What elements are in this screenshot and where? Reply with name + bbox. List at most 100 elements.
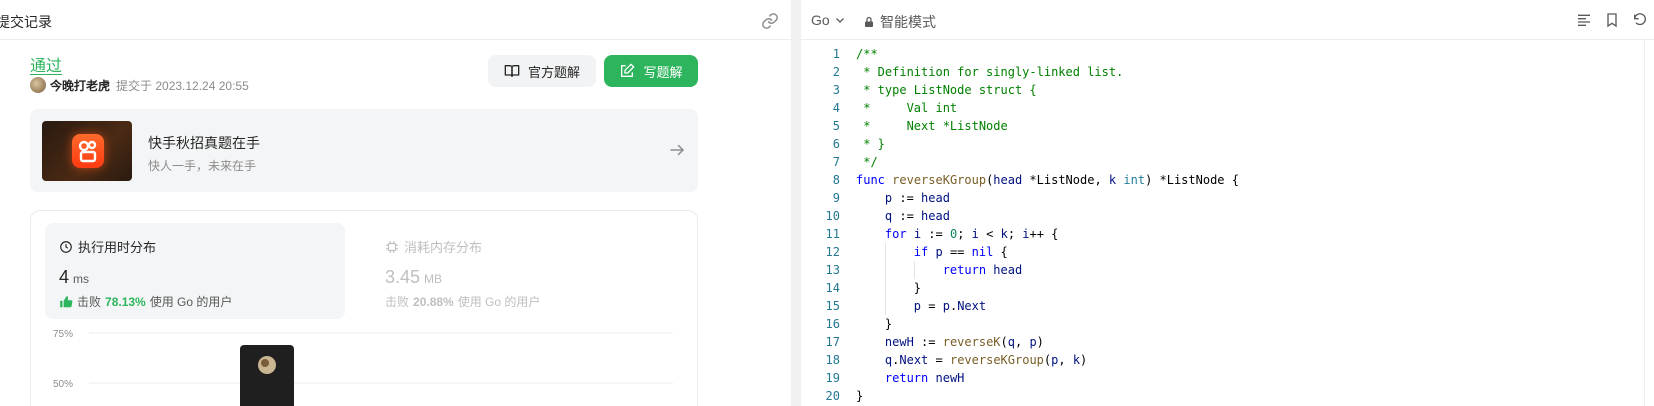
line-number[interactable]: 11 xyxy=(801,225,840,243)
official-solution-label: 官方题解 xyxy=(527,64,580,80)
submission-header: 提交记录 xyxy=(0,0,791,40)
line-number[interactable]: 14 xyxy=(801,279,840,297)
code-line[interactable]: 14 } xyxy=(801,279,1654,297)
code-line-text[interactable]: */ xyxy=(856,153,877,171)
line-number[interactable]: 8 xyxy=(801,171,840,189)
code-line-text[interactable]: for i := 0; i < k; i++ { xyxy=(856,225,1059,243)
line-number[interactable]: 18 xyxy=(801,351,840,369)
code-line-text[interactable]: func reverseKGroup(head *ListNode, k int… xyxy=(856,171,1239,189)
editor-toolbar: Go 智能模式 xyxy=(801,0,1654,40)
code-line-text[interactable]: newH := reverseK(q, p) xyxy=(856,333,1044,351)
link-icon[interactable] xyxy=(761,12,779,30)
code-line[interactable]: 16 } xyxy=(801,315,1654,333)
code-line[interactable]: 4 * Val int xyxy=(801,99,1654,117)
memory-stat[interactable]: 消耗内存分布 3.45 MB 击败 20.88% 使用 Go 的用户 xyxy=(371,223,671,319)
line-number[interactable]: 12 xyxy=(801,243,840,261)
clock-icon xyxy=(60,240,72,253)
line-number[interactable]: 10 xyxy=(801,207,840,225)
code-line[interactable]: 2 * Definition for singly-linked list. xyxy=(801,63,1654,81)
chevron-down-icon xyxy=(835,18,844,23)
code-line-text[interactable]: if p == nil { xyxy=(856,243,1008,261)
code-line[interactable]: 19 return newH xyxy=(801,369,1654,387)
editor-mode[interactable]: 智能模式 xyxy=(863,12,936,32)
avatar[interactable] xyxy=(30,77,46,93)
code-line[interactable]: 20} xyxy=(801,387,1654,405)
line-number[interactable]: 2 xyxy=(801,63,840,81)
code-line[interactable]: 8 func reverseKGroup(head *ListNode, k in… xyxy=(801,171,1654,189)
line-number[interactable]: 20 xyxy=(801,387,840,405)
author-name[interactable]: 今晚打老虎 xyxy=(50,77,110,94)
runtime-beat: 击败 78.13% 使用 Go 的用户 xyxy=(59,293,232,310)
line-number[interactable]: 16 xyxy=(801,315,840,333)
line-number[interactable]: 13 xyxy=(801,261,840,279)
official-solution-button[interactable]: 官方题解 xyxy=(488,55,596,87)
code-line[interactable]: 1 /** xyxy=(801,45,1654,63)
line-number[interactable]: 4 xyxy=(801,99,840,117)
kuaishou-logo-icon xyxy=(72,134,104,168)
code-line-text[interactable]: * type ListNode struct { xyxy=(856,81,1036,99)
code-line-text[interactable]: p := head xyxy=(856,189,950,207)
line-number[interactable]: 6 xyxy=(801,135,840,153)
code-line[interactable]: 3 * type ListNode struct { xyxy=(801,81,1654,99)
code-line[interactable]: 5 * Next *ListNode xyxy=(801,117,1654,135)
edit-icon xyxy=(621,63,635,77)
code-line-text[interactable]: return newH xyxy=(856,369,965,387)
runtime-stat[interactable]: 执行用时分布 4 ms 击败 78.13% 使用 Go 的用户 xyxy=(45,223,345,319)
line-number[interactable]: 15 xyxy=(801,297,840,315)
app-root: 提交记录 通过 今晚打老虎 提交于 2023.12.24 20:55 官方题解 … xyxy=(0,0,1654,406)
code-line[interactable]: 9 p := head xyxy=(801,189,1654,207)
code-line-text[interactable]: /** xyxy=(856,45,878,63)
arrow-right-icon[interactable] xyxy=(668,141,686,159)
line-number[interactable]: 5 xyxy=(801,117,840,135)
code-line[interactable]: 15 p = p.Next xyxy=(801,297,1654,315)
line-number[interactable]: 9 xyxy=(801,189,840,207)
promo-title: 快手秋招真题在手 xyxy=(148,135,260,151)
code-line[interactable]: 10 q := head xyxy=(801,207,1654,225)
code-line[interactable]: 13 return head xyxy=(801,261,1654,279)
line-number[interactable]: 1 xyxy=(801,45,840,63)
line-number[interactable]: 17 xyxy=(801,333,840,351)
panel-resizer[interactable] xyxy=(791,0,801,406)
format-icon[interactable] xyxy=(1570,11,1598,29)
code-line-text[interactable]: } xyxy=(856,387,863,405)
runtime-heading-label: 执行用时分布 xyxy=(78,240,157,255)
code-line[interactable]: 12 if p == nil { xyxy=(801,243,1654,261)
memory-unit: MB xyxy=(424,272,443,286)
code-line-text[interactable]: * Definition for singly-linked list. xyxy=(856,63,1123,81)
code-line[interactable]: 17 newH := reverseK(q, p) xyxy=(801,333,1654,351)
code-line-text[interactable]: p = p.Next xyxy=(856,297,986,315)
bookmark-icon[interactable] xyxy=(1598,11,1626,29)
write-solution-button[interactable]: 写题解 xyxy=(604,55,698,87)
code-area[interactable]: 1/** 2 * Definition for singly-linked lis… xyxy=(801,45,1654,405)
code-line-text[interactable]: q := head xyxy=(856,207,950,225)
code-line[interactable]: 6 * } xyxy=(801,135,1654,153)
code-line-text[interactable]: q.Next = reverseKGroup(p, k) xyxy=(856,351,1087,369)
code-line-text[interactable]: } xyxy=(856,315,892,333)
code-line-text[interactable]: return head xyxy=(856,261,1023,279)
code-line[interactable]: 7 */ xyxy=(801,153,1654,171)
code-line-text[interactable]: * Val int xyxy=(856,99,957,117)
code-line[interactable]: 18 q.Next = reverseKGroup(p, k) xyxy=(801,351,1654,369)
code-line-text[interactable]: * Next *ListNode xyxy=(856,117,1008,135)
lock-icon xyxy=(865,16,873,27)
editor-scrollbar[interactable] xyxy=(1644,40,1654,406)
promo-banner[interactable]: 快手秋招真题在手 快人一手，未来在手 xyxy=(30,109,698,192)
code-line[interactable]: 11 for i := 0; i < k; i++ { xyxy=(801,225,1654,243)
line-number[interactable]: 3 xyxy=(801,81,840,99)
runtime-number: 4 xyxy=(59,267,70,287)
tab-title[interactable]: 提交记录 xyxy=(0,12,52,32)
code-line-text[interactable]: * } xyxy=(856,135,885,153)
status-accepted[interactable]: 通过 xyxy=(30,52,62,76)
submitted-time: 提交于 2023.12.24 20:55 xyxy=(116,78,249,93)
y-tick-50: 50% xyxy=(53,379,73,390)
code-line-text[interactable]: } xyxy=(856,279,921,297)
line-number[interactable]: 7 xyxy=(801,153,840,171)
editor-tools xyxy=(1570,11,1654,29)
line-number[interactable]: 19 xyxy=(801,369,840,387)
memory-heading-label: 消耗内存分布 xyxy=(404,240,483,255)
memory-beat-percent: 20.88% xyxy=(413,294,454,309)
runtime-unit: ms xyxy=(73,272,90,286)
language-select[interactable]: Go xyxy=(811,12,846,28)
promo-image xyxy=(42,121,132,181)
undo-icon[interactable] xyxy=(1626,11,1654,29)
